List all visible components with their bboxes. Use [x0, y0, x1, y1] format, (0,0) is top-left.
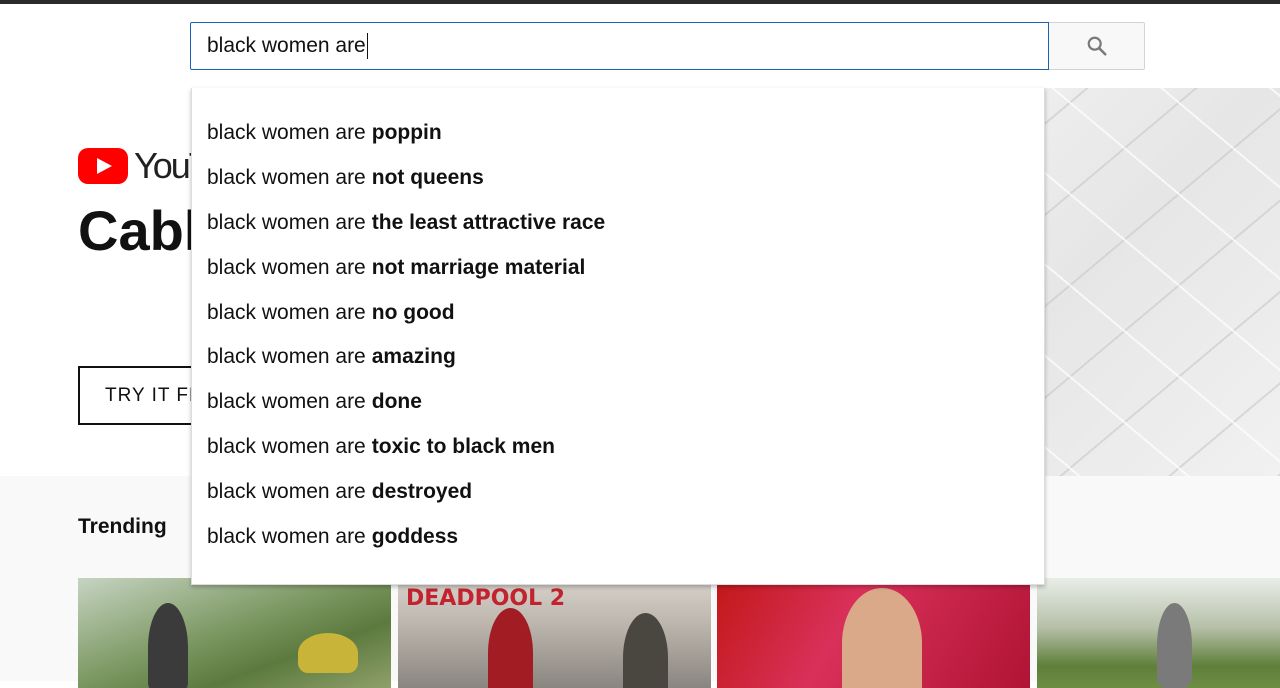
suggestion-completion: done [371, 390, 422, 414]
suggestion-item[interactable]: black women are done [192, 380, 1044, 425]
suggestion-prefix: black women are [207, 300, 366, 324]
text-caret [366, 33, 368, 59]
search-bar: black women are [190, 22, 1145, 70]
suggestion-prefix: black women are [207, 390, 366, 414]
suggestion-prefix: black women are [207, 166, 366, 190]
suggestion-item[interactable]: black women are poppin [192, 111, 1044, 156]
video-thumbnail[interactable] [1037, 578, 1280, 688]
suggestion-item[interactable]: black women are no good [192, 290, 1044, 335]
suggestion-completion: toxic to black men [371, 434, 555, 458]
suggestion-completion: not queens [371, 166, 484, 190]
suggestion-item[interactable]: black women are destroyed [192, 469, 1044, 514]
suggestion-prefix: black women are [207, 524, 366, 548]
suggestion-prefix: black women are [207, 121, 366, 145]
suggestion-completion: no good [371, 300, 455, 324]
suggestion-prefix: black women are [207, 479, 366, 503]
thumbnail-object [298, 633, 358, 673]
suggestion-completion: goddess [371, 524, 459, 548]
window-top-border [0, 0, 1280, 4]
trending-heading: Trending [78, 515, 167, 538]
suggestion-item[interactable]: black women are not marriage material [192, 245, 1044, 290]
suggestion-item[interactable]: black women are amazing [192, 335, 1044, 380]
thumbnail-figure [623, 613, 668, 688]
thumbnail-figure [148, 603, 188, 688]
thumbnail-title-text: DEADPOOL 2 [406, 586, 566, 611]
suggestion-prefix: black women are [207, 434, 366, 458]
search-input-value: black women are [207, 34, 366, 57]
youtube-logo: YouT [78, 145, 211, 187]
search-icon [1087, 36, 1107, 56]
video-thumbnail[interactable] [78, 578, 391, 688]
suggestion-completion: poppin [371, 121, 442, 145]
suggestion-completion: amazing [371, 345, 456, 369]
thumbnail-figure [842, 588, 922, 688]
thumbnail-figure [1157, 603, 1192, 688]
youtube-play-icon [78, 148, 128, 184]
thumbnail-figure [488, 608, 533, 688]
suggestion-prefix: black women are [207, 345, 366, 369]
suggestion-item[interactable]: black women are toxic to black men [192, 425, 1044, 470]
suggestion-item[interactable]: black women are not queens [192, 156, 1044, 201]
suggestion-completion: not marriage material [371, 255, 586, 279]
video-thumbnail[interactable] [717, 578, 1030, 688]
suggestion-completion: the least attractive race [371, 210, 606, 234]
suggestion-prefix: black women are [207, 210, 366, 234]
suggestion-prefix: black women are [207, 255, 366, 279]
suggestion-item[interactable]: black women are the least attractive race [192, 201, 1044, 246]
autocomplete-dropdown: black women are poppin black women are not… [191, 88, 1045, 585]
suggestion-completion: destroyed [371, 479, 473, 503]
suggestion-item[interactable]: black women are goddess [192, 514, 1044, 559]
hero-title: Cabl [78, 199, 200, 262]
search-button[interactable] [1049, 22, 1145, 70]
video-thumbnail[interactable]: DEADPOOL 2 [398, 578, 711, 688]
search-input[interactable]: black women are [190, 22, 1049, 70]
